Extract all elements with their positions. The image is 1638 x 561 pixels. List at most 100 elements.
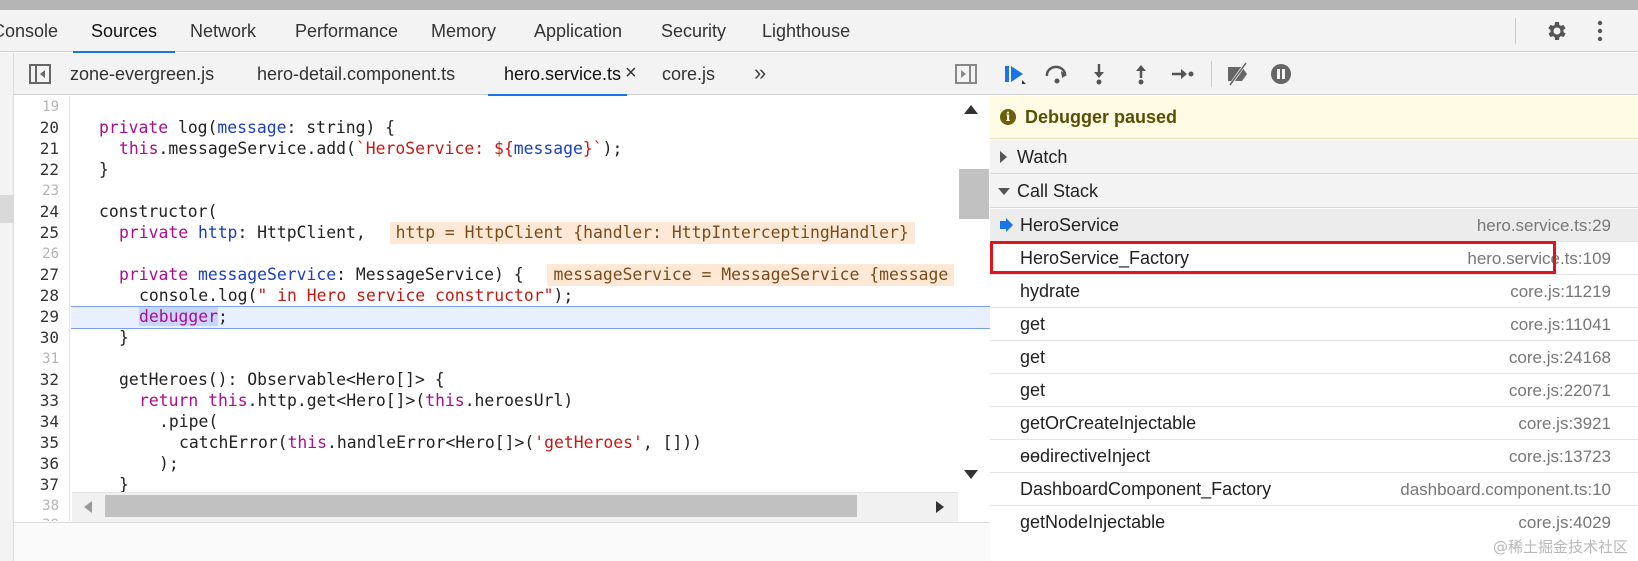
close-tab-icon[interactable]: ×: [625, 53, 637, 95]
line-number[interactable]: 21: [40, 138, 59, 160]
frame-location[interactable]: dashboard.component.ts:10: [1400, 473, 1611, 506]
line-number[interactable]: 30: [40, 327, 59, 349]
line-number[interactable]: 31: [42, 348, 59, 370]
line-number[interactable]: 19: [42, 96, 59, 118]
line-number[interactable]: 37: [40, 474, 59, 496]
toolbar-divider: [1515, 18, 1516, 44]
code-line: this.messageService.add(`HeroService: ${…: [119, 139, 623, 158]
scroll-right-icon[interactable]: [936, 501, 944, 513]
line-number[interactable]: 28: [40, 285, 59, 307]
more-tabs-icon[interactable]: »: [754, 53, 766, 95]
frame-function: getNodeInjectable: [1020, 512, 1166, 532]
tab-application[interactable]: Application: [534, 10, 622, 52]
resume-icon[interactable]: [1002, 62, 1028, 86]
inline-value-http[interactable]: http = HttpClient {handler: HttpIntercep…: [389, 222, 915, 244]
frame-location[interactable]: core.js:24168: [1509, 341, 1611, 374]
toolbar-separator: [1211, 61, 1212, 87]
scroll-up-icon[interactable]: [964, 105, 978, 114]
frame-location[interactable]: core.js:13723: [1509, 440, 1611, 473]
call-frame[interactable]: DashboardComponent_Factory dashboard.com…: [990, 473, 1638, 506]
paused-text: Debugger paused: [1025, 107, 1178, 127]
call-frame[interactable]: getOrCreateInjectable core.js:3921: [990, 407, 1638, 440]
frame-location[interactable]: core.js:3921: [1518, 407, 1611, 440]
line-number[interactable]: 25: [40, 222, 59, 244]
debugger-toolbar: [990, 53, 1638, 95]
line-gutter: 19 20 21 22 23 24 25 26 27 28 29 30 31 3…: [14, 96, 70, 521]
watch-section-header[interactable]: Watch: [990, 140, 1638, 174]
inline-value-message-service[interactable]: messageService = MessageService {message: [547, 264, 955, 286]
debugger-sidebar: i Debugger paused Watch Call Stack HeroS…: [990, 53, 1638, 561]
file-tab-core[interactable]: core.js: [662, 53, 715, 95]
tab-console[interactable]: Console: [0, 10, 58, 52]
horizontal-scroll-thumb[interactable]: [105, 495, 857, 517]
pause-on-exceptions-icon[interactable]: [1268, 62, 1294, 86]
file-tab-hero-detail[interactable]: hero-detail.component.ts: [257, 53, 455, 95]
call-frame[interactable]: get core.js:11041: [990, 308, 1638, 341]
code-line: private messageService: MessageService) …: [119, 264, 955, 286]
call-frame[interactable]: hydrate core.js:11219: [990, 275, 1638, 308]
line-number-current[interactable]: 29: [40, 306, 59, 328]
frame-location[interactable]: core.js:22071: [1509, 374, 1611, 407]
frame-function: get: [1020, 314, 1046, 334]
deactivate-breakpoints-icon[interactable]: [1225, 62, 1251, 86]
line-number[interactable]: 39: [42, 514, 59, 521]
line-number[interactable]: 35: [40, 432, 59, 454]
navigator-strip: [0, 53, 14, 561]
frame-location[interactable]: hero.service.ts:109: [1467, 242, 1611, 275]
line-number[interactable]: 27: [40, 264, 59, 286]
devtools-tab-bar: Console Sources Network Performance Memo…: [0, 10, 1638, 53]
frame-location[interactable]: core.js:11219: [1510, 275, 1611, 308]
frame-location[interactable]: core.js:4029: [1518, 506, 1611, 539]
line-number[interactable]: 22: [40, 159, 59, 181]
scroll-left-icon[interactable]: [84, 501, 92, 513]
frame-function: getOrCreateInjectable: [1020, 413, 1197, 433]
line-number[interactable]: 34: [40, 411, 59, 433]
line-number[interactable]: 32: [40, 369, 59, 391]
code-line: catchError(this.handleError<Hero[]>('get…: [179, 433, 703, 452]
line-number[interactable]: 23: [42, 180, 59, 202]
tab-lighthouse[interactable]: Lighthouse: [762, 10, 850, 52]
more-options-icon[interactable]: [1596, 19, 1604, 43]
line-number[interactable]: 36: [40, 453, 59, 475]
step-over-icon[interactable]: [1044, 62, 1070, 86]
tab-performance[interactable]: Performance: [295, 10, 398, 52]
toggle-debugger-icon[interactable]: [954, 63, 978, 85]
step-out-icon[interactable]: [1128, 62, 1154, 86]
tab-network[interactable]: Network: [190, 10, 256, 52]
section-label: Call Stack: [1017, 181, 1099, 201]
step-icon[interactable]: [1170, 62, 1196, 86]
frame-location[interactable]: hero.service.ts:29: [1477, 209, 1611, 242]
frame-function: HeroService: [1020, 215, 1120, 235]
tab-sources[interactable]: Sources: [72, 10, 176, 53]
code-line: getHeroes(): Observable<Hero[]> {: [119, 370, 445, 389]
scroll-down-icon[interactable]: [964, 470, 978, 479]
frame-function: ɵɵdirectiveInject: [1020, 446, 1151, 466]
frame-location[interactable]: core.js:11041: [1510, 308, 1611, 341]
line-number[interactable]: 24: [40, 201, 59, 223]
call-frame-current[interactable]: HeroService hero.service.ts:29: [990, 209, 1638, 242]
call-frame[interactable]: getNodeInjectable core.js:4029: [990, 506, 1638, 539]
tab-security[interactable]: Security: [661, 10, 726, 52]
call-frame[interactable]: HeroService_Factory hero.service.ts:109: [990, 242, 1638, 275]
tab-memory[interactable]: Memory: [431, 10, 496, 52]
call-frame[interactable]: ɵɵdirectiveInject core.js:13723: [990, 440, 1638, 473]
call-frame[interactable]: get core.js:22071: [990, 374, 1638, 407]
line-number[interactable]: 20: [40, 117, 59, 139]
line-number[interactable]: 33: [40, 390, 59, 412]
file-tab-zone-evergreen[interactable]: zone-evergreen.js: [70, 53, 214, 95]
line-number[interactable]: 26: [42, 243, 59, 265]
code-lines: private log(message: string) { this.mess…: [71, 96, 999, 521]
current-frame-arrow-icon: [1000, 218, 1013, 232]
sources-panel: zone-evergreen.js hero-detail.component.…: [0, 53, 1032, 561]
section-label: Watch: [1017, 147, 1068, 167]
gear-icon[interactable]: [1545, 19, 1569, 43]
debugger-paused-banner: i Debugger paused: [990, 96, 1638, 139]
step-into-icon[interactable]: [1086, 62, 1112, 86]
toggle-navigator-icon[interactable]: [28, 63, 52, 85]
call-frame[interactable]: get core.js:24168: [990, 341, 1638, 374]
code-editor[interactable]: 19 20 21 22 23 24 25 26 27 28 29 30 31 3…: [14, 96, 999, 521]
vertical-scroll-thumb[interactable]: [959, 169, 989, 219]
code-line: constructor(: [99, 202, 218, 221]
call-stack-section-header[interactable]: Call Stack: [990, 174, 1638, 208]
file-tab-hero-service[interactable]: hero.service.ts: [487, 53, 628, 96]
